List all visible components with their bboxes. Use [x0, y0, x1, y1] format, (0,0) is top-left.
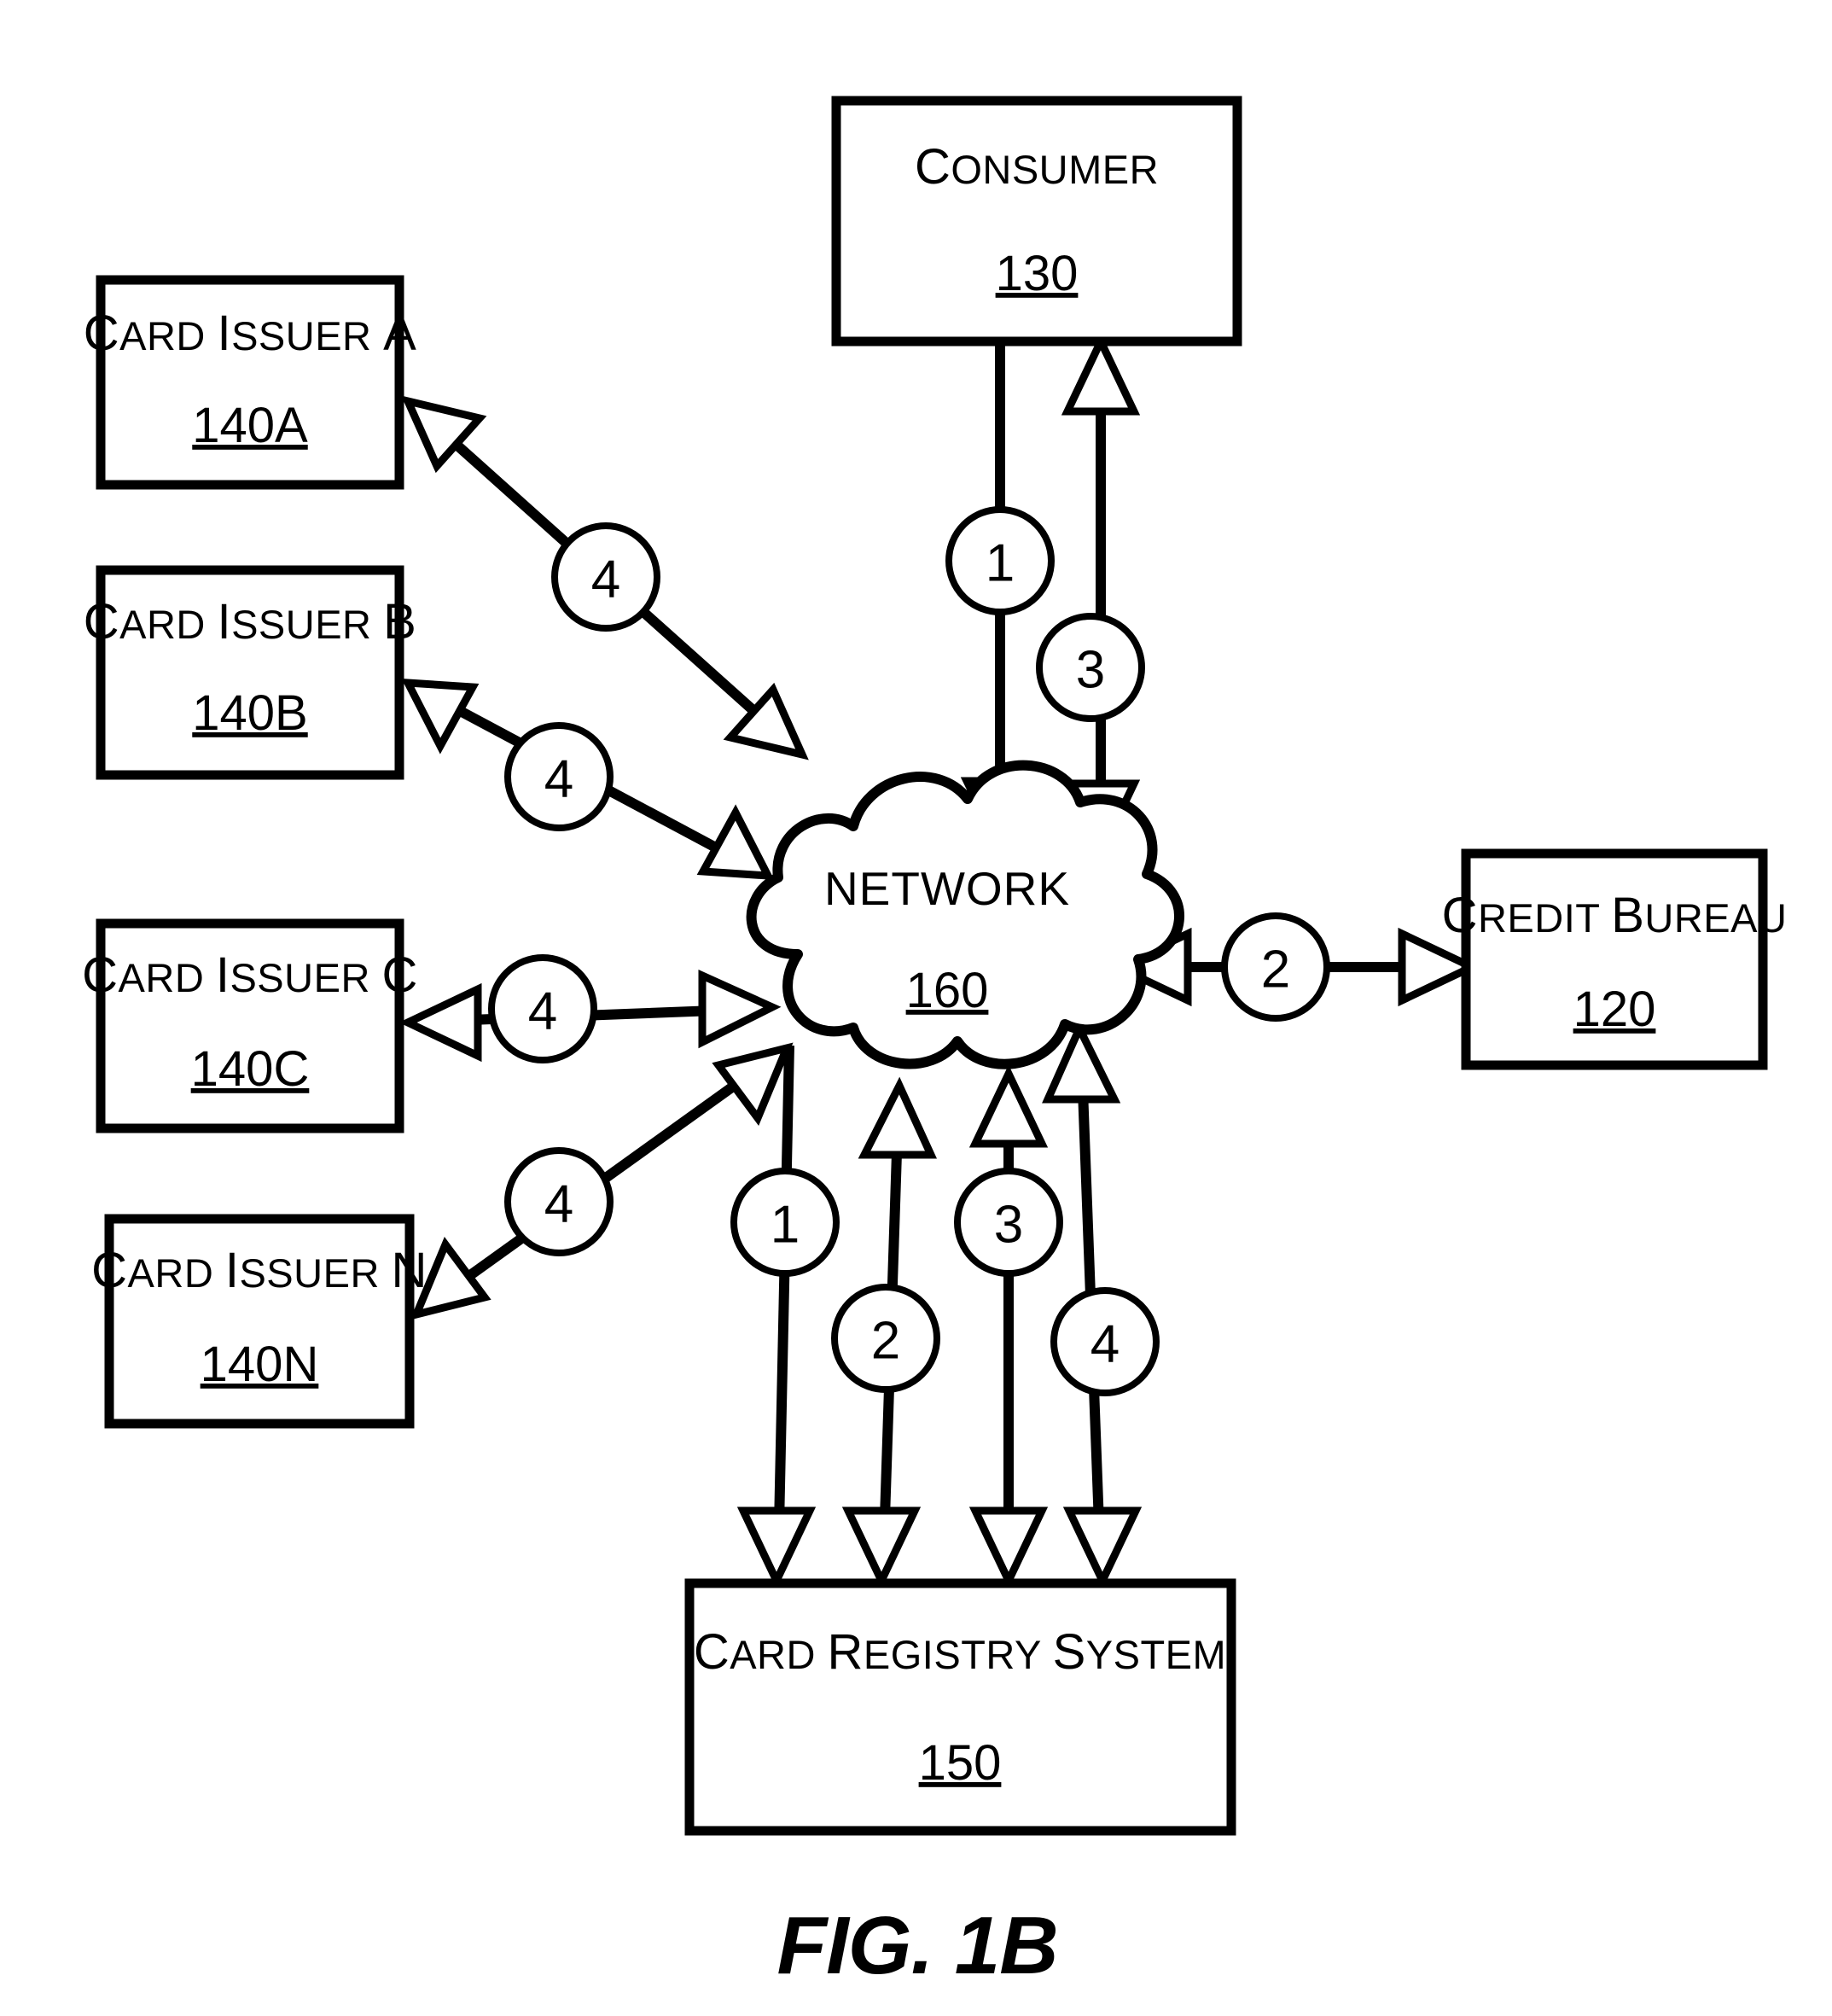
step-marker-label: 2: [1261, 941, 1290, 999]
step-marker-network-to-issuer-c: 4: [488, 954, 597, 1063]
step-marker-label: 2: [871, 1312, 900, 1371]
card-issuer-c-title: CARD ISSUER C: [82, 947, 418, 1003]
step-marker-registry-to-network-4: 4: [1050, 1287, 1160, 1396]
credit-bureau-title: CREDIT BUREAU: [1442, 888, 1788, 943]
step-marker-network-to-issuer-a: 4: [551, 522, 660, 632]
card-issuer-n-ref: 140N: [201, 1337, 319, 1392]
network-cloud: NETWORK 160: [746, 760, 1184, 1069]
card-registry-title: CARD REGISTRY SYSTEM: [694, 1624, 1226, 1680]
patent-figure-1b: NETWORK 160 CONSUMER 130 CREDIT BUREAU 1…: [0, 0, 1832, 2016]
figure-caption: FIG. 1B: [776, 1900, 1057, 1991]
node-card-issuer-a[interactable]: CARD ISSUER A 140A: [84, 275, 417, 490]
node-card-registry-system[interactable]: CARD REGISTRY SYSTEM 150: [684, 1578, 1236, 1836]
step-marker-network-to-issuer-b: 4: [504, 722, 614, 831]
step-marker-label: 3: [1076, 641, 1105, 700]
card-issuer-b-ref: 140B: [192, 685, 307, 741]
node-card-issuer-n[interactable]: CARD ISSUER N 140N: [91, 1214, 427, 1429]
connection-network-to-registry-1: [736, 1045, 817, 1590]
step-marker-label: 4: [544, 750, 573, 809]
step-marker-network-to-issuer-n: 4: [504, 1147, 614, 1256]
diagram-canvas: NETWORK 160 CONSUMER 130 CREDIT BUREAU 1…: [82, 96, 1788, 1991]
step-marker-label: 4: [544, 1175, 573, 1234]
card-issuer-a-ref: 140A: [192, 398, 308, 453]
card-registry-ref: 150: [919, 1735, 1002, 1791]
connection-network-to-consumer: [1061, 332, 1141, 863]
step-marker-consumer-to-network: 1: [945, 506, 1055, 615]
node-credit-bureau[interactable]: CREDIT BUREAU 120: [1442, 848, 1788, 1070]
connection-registry-to-network-3: [968, 1064, 1049, 1590]
step-marker-registry-to-network-2: 2: [831, 1284, 940, 1393]
card-issuer-n-title: CARD ISSUER N: [91, 1243, 427, 1298]
step-marker-label: 1: [986, 534, 1015, 593]
network-ref: 160: [906, 963, 989, 1018]
card-issuer-b-title: CARD ISSUER B: [84, 594, 417, 650]
card-issuer-a-title: CARD ISSUER A: [84, 306, 417, 361]
credit-bureau-ref: 120: [1573, 982, 1656, 1037]
step-marker-label: 3: [994, 1196, 1023, 1255]
step-marker-label: 4: [591, 551, 620, 609]
consumer-ref: 130: [996, 246, 1079, 301]
consumer-title: CONSUMER: [915, 139, 1159, 195]
step-marker-registry-to-network-3: 3: [954, 1168, 1063, 1277]
network-label: NETWORK: [824, 862, 1070, 915]
step-marker-label: 1: [771, 1196, 800, 1255]
step-marker-registry-to-network-1: 1: [730, 1168, 840, 1277]
step-marker-network-to-credit-bureau: 2: [1221, 912, 1330, 1022]
step-marker-label: 4: [1090, 1315, 1120, 1374]
step-marker-label: 4: [528, 982, 557, 1041]
node-card-issuer-b[interactable]: CARD ISSUER B 140B: [84, 565, 417, 780]
card-issuer-c-ref: 140C: [191, 1041, 310, 1097]
step-marker-network-to-consumer: 3: [1036, 613, 1145, 722]
node-card-issuer-c[interactable]: CARD ISSUER C 140C: [82, 918, 418, 1133]
node-consumer[interactable]: CONSUMER 130: [831, 96, 1242, 347]
